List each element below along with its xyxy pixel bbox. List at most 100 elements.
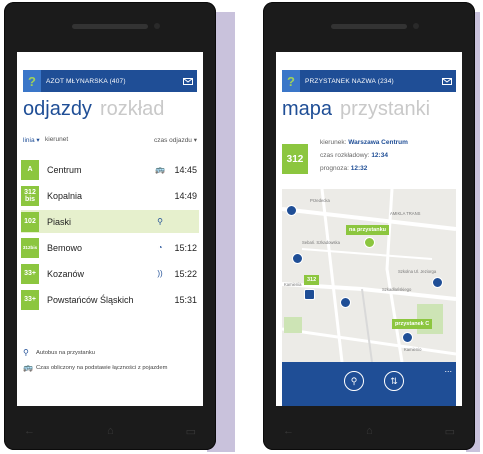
forecast-value: 12:32 [350,165,368,172]
park-area [284,317,302,333]
destination: Piaski [47,216,72,227]
legend-text: Czas obliczony na podstawie łączności z … [36,364,168,371]
speaker-grille [331,24,407,29]
street-label: Szkolna Ul. Jeziorga [398,269,437,274]
legend-text: Autobus na przystanku [36,349,95,356]
line-badge: 33+ [21,289,39,310]
scheduled-value: 12:34 [371,152,388,159]
app-logo-icon: ? [23,70,41,92]
app-bar: ⚲ ⇅ ... [282,362,456,406]
stop-name: AZOT MŁYNARSKA (407) [46,77,126,85]
front-camera [154,23,160,29]
map-label-stop-c[interactable]: przystanek C [392,319,433,329]
destination: Powstańców Śląskich [47,294,134,305]
map-view[interactable]: Przedecka AMIKLA TRANS Sebań. Szkadowska… [282,189,456,362]
street-label: Kamienia [284,282,302,287]
trip-details: kierunek: Warszawa Centrum czas rozkłado… [320,136,408,175]
tab-stops[interactable]: przystanki [340,98,430,120]
departures-screen: ? AZOT MŁYNARSKA (407) odjazdy rozkład li… [17,52,203,406]
map-screen: ? PRZYSTANEK NAZWA (234) mapa przystanki … [276,52,462,406]
street-label: Kamienio [404,347,422,352]
more-menu-button[interactable]: ... [444,364,452,374]
line-badge: 33+ [21,263,39,284]
right-phone: ? PRZYSTANEK NAZWA (234) mapa przystanki … [263,2,475,450]
home-key-icon[interactable]: ⌂ [107,425,114,438]
scheduled-label: czas rozkładowy: [320,152,370,159]
line-badge: 312bis [21,237,39,258]
signal-icon: )) [157,269,163,278]
stop-pin-icon[interactable] [286,205,297,216]
svg-text:?: ? [287,74,295,88]
tab-map[interactable]: mapa [282,98,332,120]
departure-row[interactable]: A Centrum 🚌 14:45 [21,158,199,181]
bus-at-stop-icon: ⚲ [157,217,163,226]
stop-pin-icon[interactable] [402,332,413,343]
front-camera [413,23,419,29]
tab-departures[interactable]: odjazdy [23,98,92,120]
destination: Centrum [47,164,82,175]
departure-time: 15:22 [174,268,197,279]
menu-key-icon[interactable]: ▭ [186,425,196,438]
map-label-bus[interactable]: 312 [304,275,320,285]
home-key-icon[interactable]: ⌂ [366,425,373,438]
bus-at-stop-icon: ⚲ [23,348,29,357]
stop-pin-icon[interactable] [432,277,443,288]
pivot-header: mapa przystanki [282,98,430,121]
map-label-at-stop[interactable]: na przystanku [346,225,389,235]
trip-info: 312 kierunek: Warszawa Centrum czas rozk… [282,132,456,186]
line-badge: 102 [21,211,39,232]
stop-pin-icon[interactable] [292,253,303,264]
tab-timetable[interactable]: rozkład [100,98,164,120]
menu-key-icon[interactable]: ▭ [445,425,455,438]
street-label: AMIKLA TRANS [390,211,421,216]
destination: Kozanów [47,268,85,279]
departure-time: 14:45 [174,164,197,175]
departure-time: 15:12 [174,242,197,253]
departure-time: 15:31 [174,294,197,305]
forecast-label: prognoza: [320,165,349,172]
departure-row[interactable]: 312 bis Kopalnia 14:49 [21,184,199,207]
legend-item: 🚌 Czas obliczony na podstawie łączności … [23,363,199,372]
sort-time[interactable]: czas odjazdu ▾ [154,136,197,144]
destination: Kopalnia [47,190,83,201]
svg-text:?: ? [28,74,36,88]
stop-pin-icon[interactable] [340,297,351,308]
line-badge: A [21,159,39,180]
hardware-keys: ← ⌂ ▭ [24,425,196,438]
destination: Bemowo [47,242,83,253]
departure-row[interactable]: 33+ Powstańców Śląskich 15:31 [21,288,199,311]
legend-item: ⚲ Autobus na przystanku [23,348,199,357]
legend: ⚲ Autobus na przystanku 🚌 Czas obliczony… [23,348,199,378]
direction-value: Warszawa Centrum [348,139,408,146]
departure-list: A Centrum 🚌 14:45 312 bis Kopalnia 14:49… [21,158,199,314]
stop-name: PRZYSTANEK NAZWA (234) [305,77,394,85]
street-label: Sebań. Szkadowska [302,240,340,245]
departure-row[interactable]: 33+ Kozanów )) 15:22 [21,262,199,285]
departure-time: 14:49 [174,190,197,201]
route-button[interactable]: ⇅ [384,371,404,391]
col-direction[interactable]: kierunet [45,136,68,143]
stop-header: ? PRZYSTANEK NAZWA (234) [282,70,456,92]
bus-vehicle-icon[interactable] [304,289,315,300]
street-label: Szkadłańskiego [382,287,412,292]
hardware-keys: ← ⌂ ▭ [283,425,455,438]
back-key-icon[interactable]: ← [24,425,35,438]
direction-label: kierunek: [320,139,347,146]
bus-at-stop-pin-icon[interactable] [364,237,375,248]
realtime-vehicle-icon: 🚌 [155,165,165,174]
departure-row-highlighted[interactable]: 102 Piaski ⚲ [21,210,199,233]
realtime-vehicle-icon: 🚌 [23,363,33,372]
locate-stop-button[interactable]: ⚲ [344,371,364,391]
line-badge: 312 [282,144,308,174]
mail-icon[interactable] [179,70,197,92]
street-label: Przedecka [310,198,330,203]
back-key-icon[interactable]: ← [283,425,294,438]
line-badge: 312 bis [21,185,39,206]
departure-row[interactable]: 312bis Bemowo ◔ 15:12 [21,236,199,259]
stop-header: ? AZOT MŁYNARSKA (407) [23,70,197,92]
sort-line[interactable]: linia ▾ [23,136,40,144]
pivot-header: odjazdy rozkład [23,98,164,121]
mail-icon[interactable] [438,70,456,92]
left-phone: ? AZOT MŁYNARSKA (407) odjazdy rozkład li… [4,2,216,450]
app-logo-icon: ? [282,70,300,92]
